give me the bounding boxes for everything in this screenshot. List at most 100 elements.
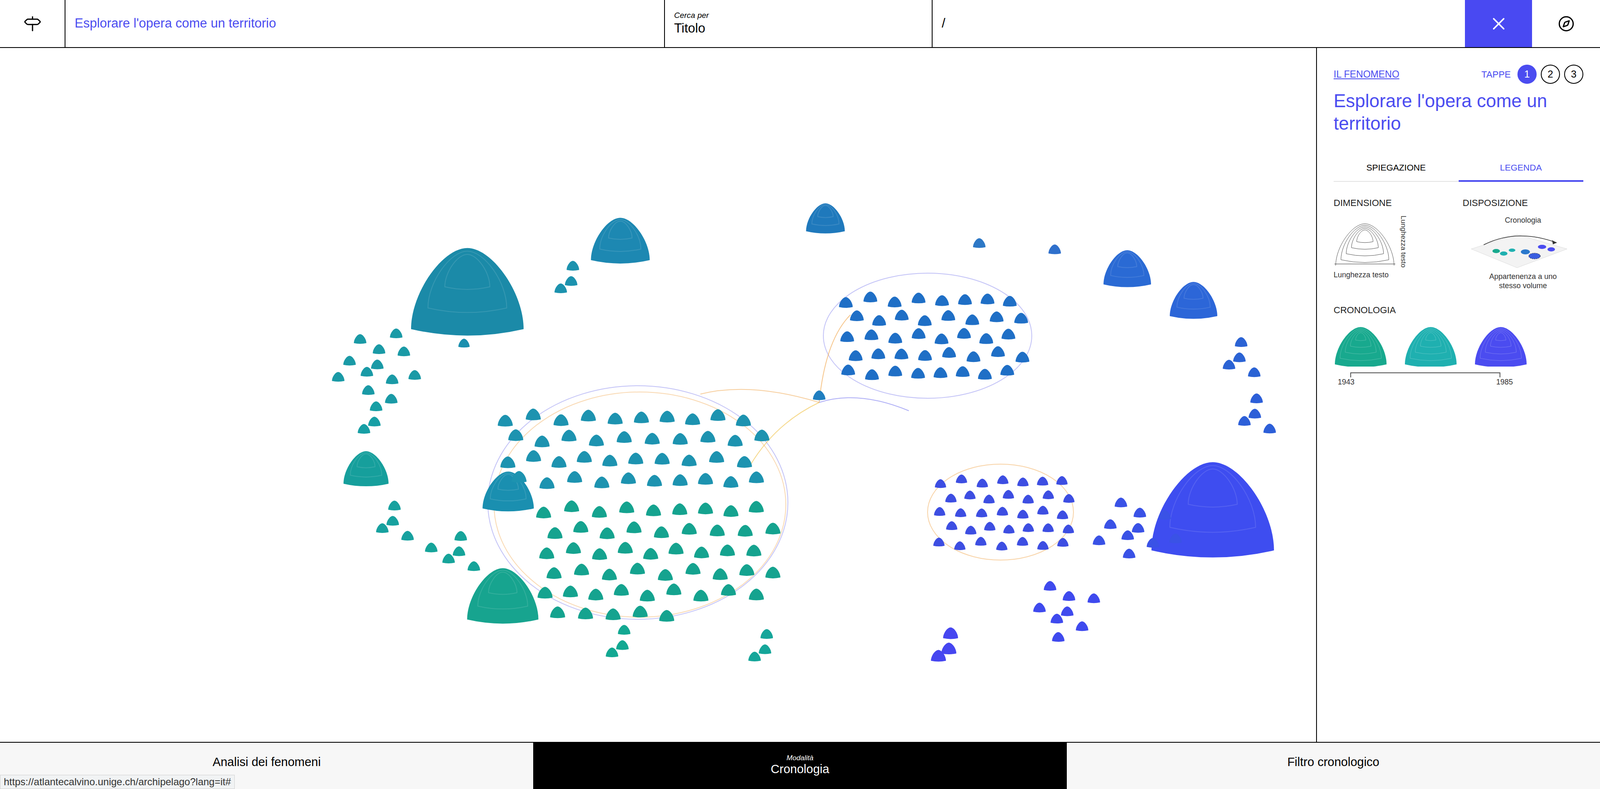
mound-shape[interactable] [1075,621,1089,631]
mound-shape[interactable] [727,434,743,447]
work-mound[interactable] [1022,523,1034,532]
mound-shape[interactable] [1042,490,1054,500]
mound-shape[interactable] [685,562,701,575]
mound-shape[interactable] [617,624,631,635]
search-by[interactable]: Cerca perTitolo [664,0,933,48]
mound-shape[interactable] [965,525,977,535]
work-mound[interactable] [1062,591,1076,601]
mound-shape[interactable] [1092,535,1106,545]
mound-shape[interactable] [709,524,725,537]
work-mound[interactable] [601,568,617,581]
work-mound[interactable] [562,585,578,597]
work-mound[interactable] [385,393,398,404]
mound-shape[interactable] [672,433,688,445]
mound-shape[interactable] [911,367,926,379]
map-canvas[interactable] [0,47,1317,742]
mound-shape[interactable] [626,521,642,534]
work-mound[interactable] [659,410,675,423]
work-mound[interactable] [737,524,753,537]
mound-shape[interactable] [500,456,516,469]
mound-shape[interactable] [942,626,958,639]
mound-shape[interactable] [933,537,945,547]
mound-shape[interactable] [482,471,535,512]
mound-shape[interactable] [1056,510,1069,520]
work-mound[interactable] [629,562,645,575]
mound-shape[interactable] [602,454,618,467]
work-mound[interactable] [955,366,970,377]
work-mound[interactable] [765,522,781,535]
compass-button[interactable] [1532,0,1600,48]
mound-shape[interactable] [746,544,762,557]
mound-shape[interactable] [712,568,728,580]
mound-shape[interactable] [966,351,981,363]
work-mound[interactable] [1002,489,1014,499]
mound-shape[interactable] [973,238,986,248]
mound-shape[interactable] [1033,602,1046,612]
step-button[interactable]: 1 [1517,64,1537,84]
mound-shape[interactable] [647,474,663,487]
work-mound[interactable] [848,350,863,362]
mound-shape[interactable] [840,331,855,342]
work-mound[interactable] [1238,416,1251,426]
work-mound[interactable] [1234,337,1248,347]
work-mound[interactable] [942,626,958,639]
mound-shape[interactable] [578,607,594,620]
work-mound[interactable] [933,367,948,379]
work-mound[interactable] [360,366,374,377]
work-mound[interactable] [697,502,713,515]
work-mound[interactable] [482,471,535,512]
mound-shape[interactable] [617,541,633,554]
mound-shape[interactable] [607,412,623,425]
mound-shape[interactable] [1133,507,1147,518]
work-mound[interactable] [1001,328,1016,340]
mound-shape[interactable] [996,506,1009,516]
mound-shape[interactable] [562,585,578,597]
mound-shape[interactable] [1042,523,1054,532]
work-mound[interactable] [933,537,945,547]
mound-shape[interactable] [693,589,709,602]
work-mound[interactable] [539,547,555,560]
mound-shape[interactable] [964,490,976,500]
mound-shape[interactable] [672,473,688,486]
mound-shape[interactable] [957,294,972,306]
work-mound[interactable] [452,546,466,556]
mound-shape[interactable] [619,501,635,514]
mound-shape[interactable] [1003,295,1017,307]
mound-shape[interactable] [871,348,886,360]
work-mound[interactable] [573,521,589,533]
work-mound[interactable] [954,541,966,550]
work-mound[interactable] [841,364,856,376]
work-mound[interactable] [1056,510,1069,520]
mound-shape[interactable] [748,500,764,513]
work-mound[interactable] [1103,250,1152,288]
mound-shape[interactable] [911,328,926,339]
mound-shape[interactable] [576,451,592,463]
work-mound[interactable] [672,503,688,515]
mound-shape[interactable] [864,329,879,341]
mound-shape[interactable] [1036,476,1049,486]
work-mound[interactable] [646,504,662,517]
mound-shape[interactable] [1017,509,1029,519]
mound-shape[interactable] [580,409,596,422]
mound-shape[interactable] [526,449,542,462]
mound-shape[interactable] [467,561,481,571]
mound-shape[interactable] [371,359,384,369]
work-mound[interactable] [550,606,566,618]
mound-shape[interactable] [397,346,411,357]
mound-shape[interactable] [888,332,903,344]
work-mound[interactable] [368,416,381,427]
mound-shape[interactable] [343,451,389,487]
work-mound[interactable] [666,583,682,595]
work-mound[interactable] [684,413,700,425]
work-mound[interactable] [1037,541,1049,550]
work-mound[interactable] [1103,519,1117,529]
work-mound[interactable] [709,451,725,463]
work-mound[interactable] [564,275,578,286]
work-mound[interactable] [710,408,726,421]
work-mound[interactable] [1169,533,1182,543]
work-mound[interactable] [989,311,1004,323]
mound-shape[interactable] [694,546,710,559]
mound-shape[interactable] [945,521,958,530]
work-mound[interactable] [1250,393,1263,404]
work-mound[interactable] [735,414,751,427]
